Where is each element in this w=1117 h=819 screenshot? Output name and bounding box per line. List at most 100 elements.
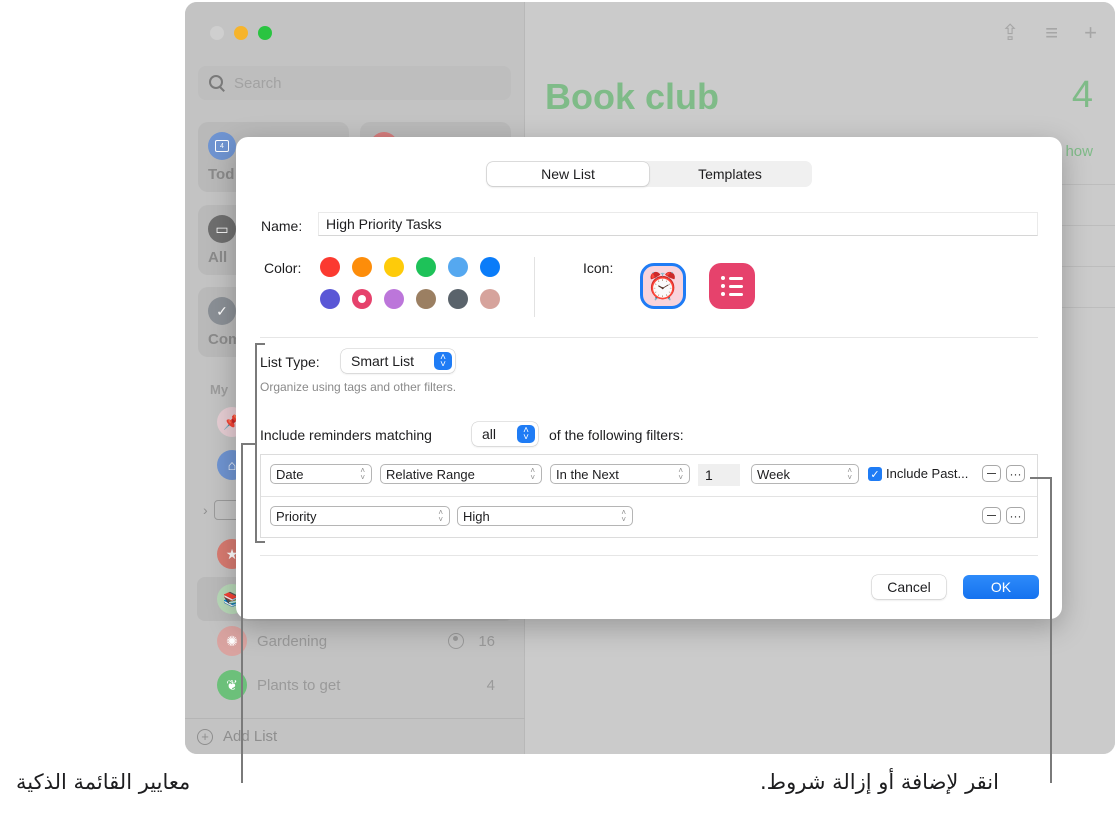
list-name-input[interactable]: High Priority Tasks: [318, 212, 1038, 236]
alarm-clock-icon: ⏰: [646, 271, 680, 301]
shared-person-icon: [448, 633, 465, 649]
filter-row: Date ˄ ˅ Relative Range ˄ ˅ In the Next ˄ ˅…: [261, 455, 1037, 496]
list-count: 4: [486, 676, 495, 694]
calendar-icon: 4: [208, 132, 236, 160]
search-icon: [208, 74, 226, 92]
chevron-updown-icon: ˄ ˅: [517, 425, 535, 443]
color-swatch[interactable]: [352, 257, 372, 277]
footer-divider: [260, 555, 1038, 556]
divider: [1055, 184, 1115, 185]
color-swatch[interactable]: [480, 257, 500, 277]
filter-field-select[interactable]: Date ˄ ˅: [270, 464, 372, 484]
ellipsis-icon: ···: [1009, 466, 1022, 481]
list-name: Plants to get: [257, 676, 341, 694]
callout-smart-list-criteria: معايير القائمة الذكية: [16, 770, 191, 794]
callout-bracket: [255, 343, 265, 345]
list-options-icon[interactable]: ≡: [1045, 20, 1058, 46]
color-swatch[interactable]: [480, 289, 500, 309]
divider: [1055, 307, 1115, 308]
list-item-count: 4: [1071, 74, 1093, 116]
color-swatches: [320, 257, 500, 309]
close-window-button[interactable]: [210, 26, 224, 40]
smart-list-label: All: [208, 249, 228, 266]
filter-field-value: Priority: [276, 508, 317, 524]
filter-qualifier-select[interactable]: In the Next ˄ ˅: [550, 464, 690, 484]
callout-bracket: [255, 343, 257, 543]
remove-filter-button[interactable]: [982, 465, 1001, 482]
include-past-checkbox[interactable]: ✓: [868, 467, 882, 481]
filter-operator-select[interactable]: Relative Range ˄ ˅: [380, 464, 542, 484]
tab-templates[interactable]: Templates: [649, 162, 811, 186]
icon-option-alarm-clock[interactable]: ⏰: [640, 263, 686, 309]
color-swatch[interactable]: [448, 289, 468, 309]
calendar-badge: 4: [215, 140, 229, 152]
chevron-updown-icon: ˄ ˅: [360, 466, 365, 482]
callout-leader: [241, 443, 243, 783]
divider: [1055, 266, 1115, 267]
chevron-right-icon[interactable]: ›: [203, 502, 208, 518]
callout-leader: [1050, 477, 1052, 783]
list-item-plants-to-get[interactable]: ❦ Plants to get 4: [197, 665, 513, 705]
filter-operator-value: High: [463, 508, 490, 524]
search-field[interactable]: Search: [198, 66, 511, 100]
color-swatch[interactable]: [448, 257, 468, 277]
add-list-button[interactable]: + Add List: [185, 718, 525, 754]
checkmark-icon: ✓: [208, 297, 236, 325]
ok-button[interactable]: OK: [963, 575, 1039, 599]
list-name-value: High Priority Tasks: [326, 216, 442, 232]
search-placeholder: Search: [234, 74, 282, 92]
callout-leader: [241, 443, 255, 445]
more-filter-button[interactable]: ···: [1006, 507, 1025, 524]
minimize-window-button[interactable]: [234, 26, 248, 40]
match-suffix-text: of the following filters:: [549, 427, 684, 443]
smart-list-label: Tod: [208, 166, 235, 183]
color-swatch[interactable]: [352, 289, 372, 309]
plus-circle-icon: +: [197, 728, 213, 745]
filter-amount-input[interactable]: 1: [698, 464, 740, 486]
match-mode-select[interactable]: all ˄ ˅: [472, 422, 538, 446]
name-label: Name:: [261, 218, 303, 234]
color-swatch[interactable]: [384, 289, 404, 309]
more-filter-button[interactable]: ···: [1006, 465, 1025, 482]
filter-qualifier-value: In the Next: [556, 466, 619, 482]
chevron-updown-icon: ˄ ˅: [438, 508, 443, 524]
callout-leader: [1030, 477, 1052, 479]
list-name: Gardening: [257, 632, 328, 650]
list-item-gardening[interactable]: ✺ Gardening 16: [197, 621, 513, 661]
chevron-updown-icon: ˄ ˅: [847, 466, 852, 482]
chevron-updown-icon: ˄ ˅: [621, 508, 626, 524]
icon-option-list[interactable]: [709, 263, 755, 309]
add-icon[interactable]: +: [1084, 20, 1097, 46]
filter-amount-value: 1: [705, 467, 713, 483]
toolbar: ⇪ ≡ +: [1001, 20, 1097, 46]
list-type-select[interactable]: Smart List ˄ ˅: [341, 349, 455, 373]
filter-operator-value: Relative Range: [386, 466, 475, 482]
list-title: Book club: [545, 76, 720, 117]
zoom-window-button[interactable]: [258, 26, 272, 40]
remove-filter-button[interactable]: [982, 507, 1001, 524]
callout-add-remove-conditions: انقر لإضافة أو إزالة شروط.: [760, 770, 999, 794]
list-bullets-icon: [721, 276, 743, 296]
filter-operator-select[interactable]: High ˄ ˅: [457, 506, 633, 526]
filter-rules: Date ˄ ˅ Relative Range ˄ ˅ In the Next ˄ ˅…: [260, 454, 1038, 538]
color-swatch[interactable]: [416, 289, 436, 309]
cancel-button[interactable]: Cancel: [872, 575, 946, 599]
window-controls: [210, 26, 272, 40]
color-swatch[interactable]: [384, 257, 404, 277]
filter-field-select[interactable]: Priority ˄ ˅: [270, 506, 450, 526]
list-count: 16: [478, 632, 495, 650]
chevron-updown-icon: ˄ ˅: [678, 466, 683, 482]
filter-unit-select[interactable]: Week ˄ ˅: [751, 464, 859, 484]
color-swatch[interactable]: [320, 257, 340, 277]
color-swatch[interactable]: [416, 257, 436, 277]
vertical-divider: [534, 257, 535, 317]
share-icon[interactable]: ⇪: [1001, 20, 1019, 46]
callout-bracket: [255, 541, 265, 543]
list-type-value: Smart List: [351, 353, 415, 369]
tab-new-list[interactable]: New List: [487, 162, 649, 186]
ellipsis-icon: ···: [1009, 508, 1022, 523]
show-completed-link[interactable]: how: [1065, 143, 1093, 160]
list-type-hint: Organize using tags and other filters.: [260, 380, 457, 394]
filter-unit-value: Week: [757, 466, 790, 482]
color-swatch[interactable]: [320, 289, 340, 309]
